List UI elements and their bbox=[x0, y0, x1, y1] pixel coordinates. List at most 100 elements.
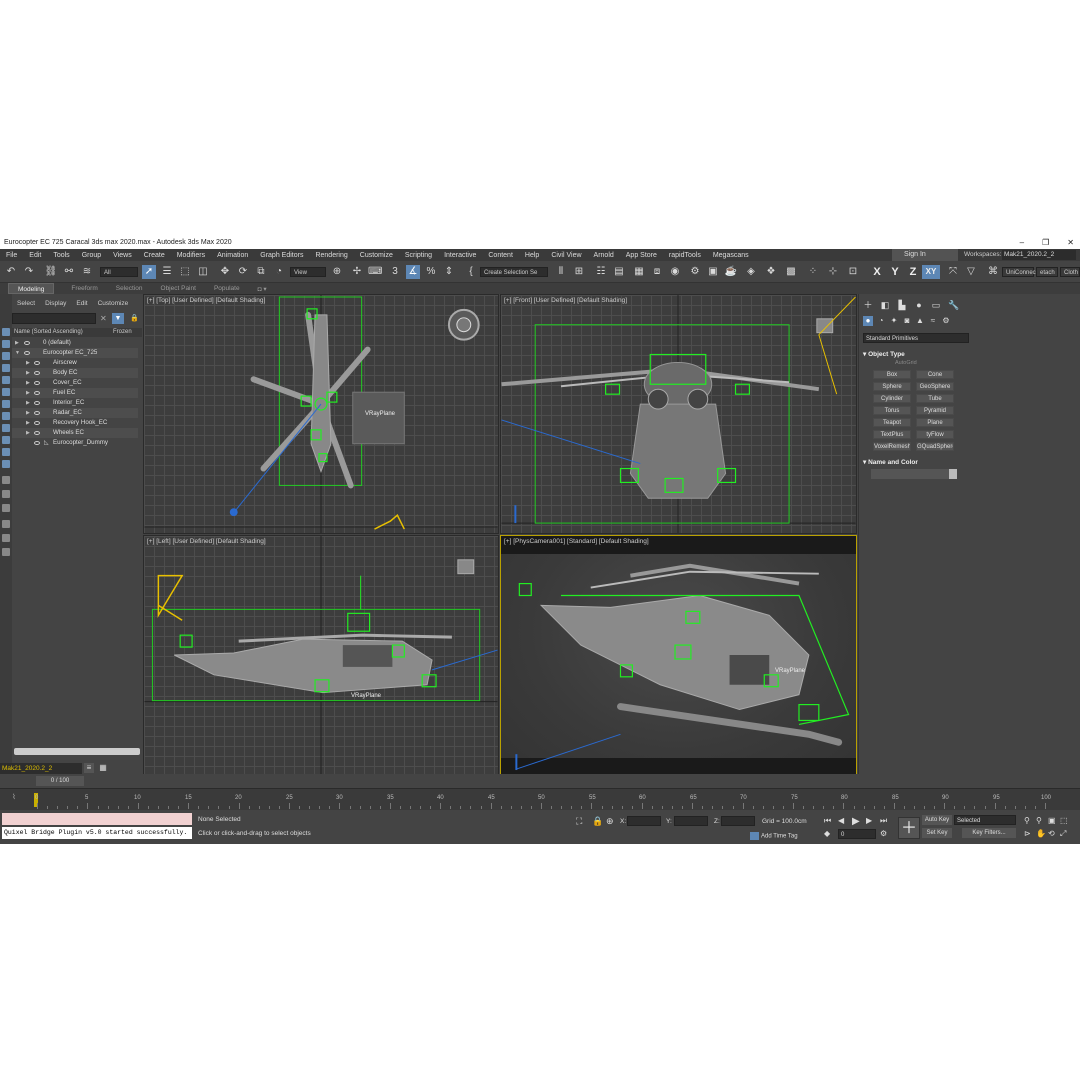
mirror-icon[interactable]: ⫴ bbox=[554, 265, 568, 279]
material-editor-icon[interactable]: ◉ bbox=[668, 265, 682, 279]
explorer-search-input[interactable] bbox=[12, 313, 96, 324]
viewport-label[interactable]: [+] [PhysCamera001] [Standard] [Default … bbox=[504, 538, 649, 545]
collapse-arrow-icon[interactable]: ▼ bbox=[15, 348, 20, 358]
list-item[interactable]: ▶ Radar_EC bbox=[12, 408, 138, 418]
axis-xy-button[interactable]: XY bbox=[922, 265, 940, 279]
cloth-tab[interactable]: Cloth bbox=[1060, 267, 1080, 277]
x-coord-field[interactable] bbox=[627, 816, 661, 826]
spacewarps-icon[interactable]: ≈ bbox=[928, 316, 938, 326]
minimize-button[interactable]: – bbox=[1020, 236, 1024, 249]
sign-in-button[interactable]: Sign In bbox=[892, 249, 958, 261]
maxscript-output[interactable]: Quixel Bridge Plugin v5.0 started succes… bbox=[2, 827, 192, 839]
expand-arrow-icon[interactable]: ▶ bbox=[26, 428, 30, 438]
track-bar[interactable]: ⌇ 0 5 10 15 20 25 30 35 40 45 50 55 60 6… bbox=[0, 788, 1080, 810]
display-tab-icon[interactable]: ▭ bbox=[931, 300, 941, 310]
cameras-icon[interactable]: ◙ bbox=[902, 316, 912, 326]
current-frame-field[interactable]: 0 bbox=[838, 829, 876, 839]
display-xrefs-icon[interactable] bbox=[2, 448, 10, 456]
maximize-button[interactable]: ❐ bbox=[1042, 236, 1049, 249]
gquadsphere-button[interactable]: GQuadSphere bbox=[916, 442, 954, 451]
align-icon[interactable]: ⊞ bbox=[572, 265, 586, 279]
ref-coord-dropdown[interactable]: View bbox=[290, 267, 326, 277]
plane-button[interactable]: Plane bbox=[916, 418, 954, 427]
set-key-big-button[interactable]: ＋ bbox=[898, 817, 920, 839]
menu-rendering[interactable]: Rendering bbox=[309, 252, 353, 259]
ribbon-tab-populate[interactable]: Populate bbox=[205, 285, 249, 292]
viewport-label[interactable]: [+] [Front] [User Defined] [Default Shad… bbox=[504, 297, 627, 304]
layer-sort-icon[interactable]: ≡ bbox=[84, 763, 94, 773]
eye-icon[interactable] bbox=[34, 411, 40, 415]
grid-snap-icon[interactable]: ⁘ bbox=[806, 265, 820, 279]
angle-snap-icon[interactable]: ∡ bbox=[406, 265, 420, 279]
expand-arrow-icon[interactable]: ▶ bbox=[26, 418, 30, 428]
selection-lock-icon[interactable]: 🔒 bbox=[592, 816, 603, 827]
display-cameras-icon[interactable] bbox=[2, 376, 10, 384]
display-frozen-icon[interactable] bbox=[2, 460, 10, 468]
expand-arrow-icon[interactable]: ▶ bbox=[26, 398, 30, 408]
next-frame-icon[interactable]: ▶ bbox=[866, 816, 872, 825]
script-icon[interactable]: ⌘ bbox=[986, 265, 1000, 279]
pan-icon[interactable]: ✋ bbox=[1036, 829, 1046, 838]
list-item[interactable]: ▶ Body EC bbox=[12, 368, 138, 378]
maximize-viewport-icon[interactable]: ⤢ bbox=[1060, 829, 1066, 839]
list-item[interactable]: ▶ 0 (default) bbox=[12, 338, 138, 348]
scene-explorer-icon[interactable]: ☷ bbox=[594, 265, 608, 279]
expand-arrow-icon[interactable]: ▶ bbox=[26, 358, 30, 368]
expand-arrow-icon[interactable]: ▶ bbox=[26, 408, 30, 418]
render-production-icon[interactable]: ☕ bbox=[724, 265, 738, 279]
menu-app-store[interactable]: App Store bbox=[620, 252, 663, 259]
vertex-snap-icon[interactable]: ⊹ bbox=[826, 265, 840, 279]
display-lights-icon[interactable] bbox=[2, 364, 10, 372]
display-all-icon[interactable] bbox=[2, 476, 10, 484]
goto-start-icon[interactable]: ⏮ bbox=[824, 816, 831, 826]
menu-help[interactable]: Help bbox=[519, 252, 545, 259]
clear-search-icon[interactable]: ✕ bbox=[100, 314, 107, 323]
textplus-button[interactable]: TextPlus bbox=[873, 430, 911, 439]
axis-x-button[interactable]: X bbox=[870, 265, 884, 279]
list-item[interactable]: ▶ Recovery Hook_EC bbox=[12, 418, 138, 428]
voxelremesh-button[interactable]: VoxelRemesh bbox=[873, 442, 911, 451]
array-icon[interactable]: ⊡ bbox=[846, 265, 860, 279]
explorer-filter-icon[interactable]: ▼ bbox=[112, 313, 124, 324]
teapot-button[interactable]: Teapot bbox=[873, 418, 911, 427]
expand-arrow-icon[interactable]: ▶ bbox=[26, 388, 30, 398]
object-color-swatch[interactable] bbox=[949, 469, 957, 479]
menu-arnold[interactable]: Arnold bbox=[588, 252, 620, 259]
viewport-top[interactable]: [+] [Top] [User Defined] [Default Shadin… bbox=[143, 294, 499, 534]
viewport-front[interactable]: [+] [Front] [User Defined] [Default Shad… bbox=[500, 294, 857, 534]
axis-y-button[interactable]: Y bbox=[888, 265, 902, 279]
modify-tab-icon[interactable]: ◧ bbox=[880, 300, 890, 310]
layer-explorer-icon[interactable]: ▦ bbox=[98, 763, 108, 773]
display-containers-icon[interactable] bbox=[2, 436, 10, 444]
cylinder-button[interactable]: Cylinder bbox=[873, 394, 911, 403]
list-item[interactable]: ▶ Airscrew bbox=[12, 358, 138, 368]
create-tab-icon[interactable]: ＋ bbox=[863, 300, 873, 310]
fov-icon[interactable]: ⊳ bbox=[1024, 829, 1031, 838]
cone-button[interactable]: Cone bbox=[916, 370, 954, 379]
select-object-icon[interactable]: ➚ bbox=[142, 265, 156, 279]
pivot-center-icon[interactable]: ⊕ bbox=[330, 265, 344, 279]
display-geometry-icon[interactable] bbox=[2, 340, 10, 348]
systems-icon[interactable]: ⚙ bbox=[941, 316, 951, 326]
eye-icon[interactable] bbox=[34, 361, 40, 365]
menu-animation[interactable]: Animation bbox=[211, 252, 254, 259]
key-filters-button[interactable]: Key Filters... bbox=[962, 828, 1016, 838]
rotate-icon[interactable]: ⟳ bbox=[236, 265, 250, 279]
y-coord-field[interactable] bbox=[674, 816, 708, 826]
box-button[interactable]: Box bbox=[873, 370, 911, 379]
play-icon[interactable]: ▶ bbox=[852, 816, 860, 827]
close-button[interactable]: ✕ bbox=[1067, 236, 1074, 249]
viewport-label[interactable]: [+] [Top] [User Defined] [Default Shadin… bbox=[147, 297, 265, 304]
menu-graph-editors[interactable]: Graph Editors bbox=[254, 252, 309, 259]
hierarchy-tab-icon[interactable]: ▙ bbox=[897, 300, 907, 310]
expand-arrow-icon[interactable]: ▶ bbox=[15, 338, 19, 348]
list-item[interactable]: ▶ Cover_EC bbox=[12, 378, 138, 388]
snaps-toggle-icon[interactable]: 3 bbox=[388, 265, 402, 279]
snap-options-icon[interactable]: ⤧ bbox=[946, 265, 960, 279]
menu-modifiers[interactable]: Modifiers bbox=[171, 252, 211, 259]
utilities-tab-icon[interactable]: 🔧 bbox=[948, 300, 959, 310]
column-name[interactable]: Name (Sorted Ascending) bbox=[14, 328, 83, 337]
display-groups-icon[interactable] bbox=[2, 412, 10, 420]
add-time-tag[interactable]: Add Time Tag bbox=[750, 832, 798, 840]
pyramid-button[interactable]: Pyramid bbox=[916, 406, 954, 415]
